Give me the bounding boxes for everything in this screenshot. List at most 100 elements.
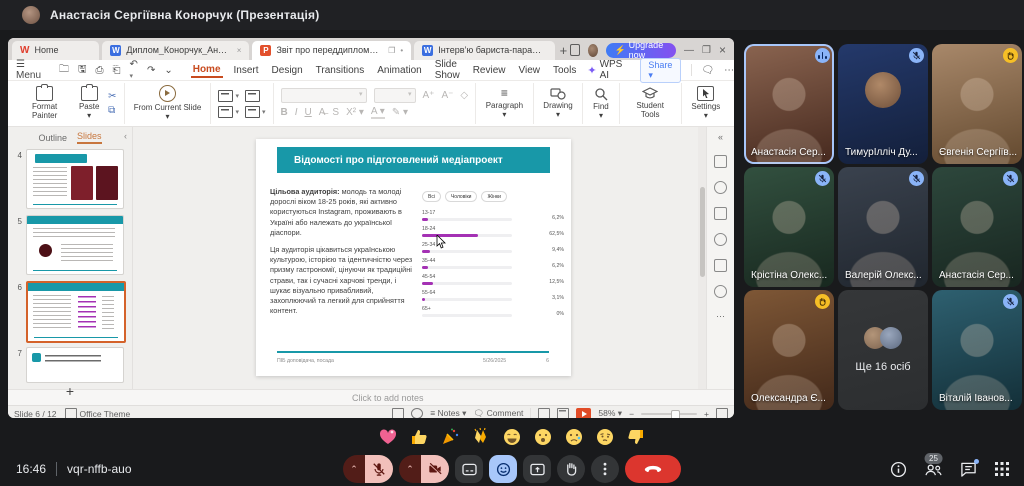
status-icon-2[interactable] bbox=[411, 408, 423, 418]
share-button[interactable]: Share ▾ bbox=[640, 58, 680, 83]
drawing-button[interactable]: Drawing ▾ bbox=[541, 87, 576, 120]
new-tab-button[interactable]: + bbox=[560, 43, 568, 58]
participant-tile[interactable]: ТимурІлліч Ду... bbox=[838, 44, 928, 164]
participant-tile[interactable]: Євгенія Сергіїв... bbox=[932, 44, 1022, 164]
face-surprised-icon[interactable] bbox=[533, 427, 553, 447]
raise-hand-button[interactable] bbox=[557, 455, 585, 483]
ribbon-tab-view[interactable]: View bbox=[517, 64, 543, 77]
minimize-icon[interactable]: — bbox=[684, 45, 694, 56]
ribbon-tab-tools[interactable]: Tools bbox=[551, 64, 578, 77]
menu-button[interactable]: ☰ Menu bbox=[16, 59, 41, 81]
more-tools-icon[interactable]: ⋯ bbox=[724, 65, 734, 76]
leave-call-button[interactable] bbox=[625, 455, 681, 483]
ribbon-tab-design[interactable]: Design bbox=[270, 64, 305, 77]
status-icon-1[interactable] bbox=[392, 408, 404, 418]
info-button[interactable] bbox=[890, 461, 907, 478]
participant-tile[interactable]: Крістіна Олекс... bbox=[744, 167, 834, 287]
tab-document-2-active[interactable]: P Звіт про переддипломну пра ❐ • bbox=[252, 41, 411, 60]
slideshow-play-button[interactable] bbox=[576, 408, 591, 419]
theme-indicator[interactable]: Office Theme bbox=[65, 408, 131, 418]
restore-icon[interactable]: ❐ bbox=[702, 45, 711, 56]
filter-men[interactable]: Чоловіки bbox=[445, 191, 478, 202]
tab-overview-icon[interactable] bbox=[570, 44, 580, 56]
participant-tile-self[interactable]: Анастасія Сер... bbox=[744, 44, 834, 164]
participant-tile[interactable]: Віталій Іванов... bbox=[932, 290, 1022, 410]
export-pdf-icon[interactable]: ⎙ bbox=[96, 65, 104, 76]
slide-thumbnail-7[interactable]: 7 bbox=[8, 347, 132, 383]
slide-thumbnail-5[interactable]: 5 bbox=[8, 215, 132, 275]
mic-off-button[interactable] bbox=[365, 455, 393, 483]
slide-body-text[interactable]: Цільова аудиторія: молодь та молоді доро… bbox=[270, 187, 418, 323]
people-button[interactable]: 25 bbox=[924, 462, 943, 477]
audience-age-chart[interactable]: Всі Чоловіки Жінки 13-176,2% 18-2462,5% … bbox=[422, 191, 564, 322]
slide-thumbnail-6-selected[interactable]: 6 bbox=[8, 281, 132, 343]
tab-document-1[interactable]: W Диплом_Конорчук_Анастасія_Бак × bbox=[102, 41, 249, 60]
tab-pin-icon[interactable]: ❐ bbox=[388, 46, 395, 55]
zoom-level[interactable]: 58% ▾ bbox=[598, 408, 622, 418]
camera-off-button[interactable] bbox=[421, 455, 449, 483]
filter-all[interactable]: Всі bbox=[422, 191, 441, 202]
redo-icon[interactable]: ↷ bbox=[147, 65, 155, 76]
normal-view-icon[interactable] bbox=[538, 408, 550, 418]
find-button[interactable]: Find ▾ bbox=[590, 87, 611, 121]
selection-pane-icon[interactable] bbox=[714, 207, 727, 220]
outline-tab[interactable]: Outline bbox=[38, 133, 67, 143]
ribbon-tab-transitions[interactable]: Transitions bbox=[314, 64, 367, 77]
more-panes-icon[interactable]: ⋯ bbox=[716, 311, 725, 322]
format-painter-button[interactable]: Format Painter bbox=[19, 86, 70, 121]
clapping-hands-icon[interactable] bbox=[471, 427, 491, 447]
participant-tile[interactable]: Анастасія Сер... bbox=[932, 167, 1022, 287]
camera-control[interactable]: ⌃ bbox=[399, 455, 449, 483]
chat-button[interactable] bbox=[960, 461, 977, 477]
collapse-panel-icon[interactable]: ‹ bbox=[124, 131, 127, 141]
section-icon[interactable] bbox=[245, 106, 260, 118]
settings-button[interactable]: Settings ▾ bbox=[689, 86, 723, 121]
zoom-in-button[interactable]: + bbox=[704, 409, 709, 419]
save-icon[interactable]: 🖫 bbox=[78, 62, 87, 79]
chevron-down-icon[interactable]: ⌄ bbox=[164, 65, 172, 76]
activities-button[interactable] bbox=[994, 461, 1010, 477]
account-avatar[interactable] bbox=[588, 44, 598, 57]
student-tools-button[interactable]: Student Tools bbox=[627, 87, 674, 120]
slide-title[interactable]: Відомості про підготовлений медіапроект bbox=[277, 147, 550, 173]
add-slide-button[interactable]: + bbox=[8, 383, 132, 399]
mic-control[interactable]: ⌃ bbox=[343, 455, 393, 483]
thumbs-down-icon[interactable] bbox=[626, 427, 646, 447]
open-file-icon[interactable]: 🗀 bbox=[59, 62, 69, 79]
more-participants[interactable]: Ще 16 осіб bbox=[838, 290, 928, 410]
upgrade-button[interactable]: ⚡Upgrade now bbox=[606, 43, 676, 58]
comments-pane-icon[interactable] bbox=[714, 233, 727, 246]
canvas-scrollbar[interactable] bbox=[698, 127, 706, 389]
face-sad-icon[interactable] bbox=[564, 427, 584, 447]
new-slide-icon[interactable] bbox=[218, 90, 233, 102]
slide-sorter-icon[interactable] bbox=[557, 408, 569, 418]
undo-icon[interactable]: ↶ ▾ bbox=[130, 59, 138, 81]
ribbon-tab-insert[interactable]: Insert bbox=[232, 64, 261, 77]
slide-6[interactable]: Відомості про підготовлений медіапроект … bbox=[256, 139, 571, 376]
overflow-tile[interactable]: Ще 16 осіб Ще 16 осіб bbox=[838, 290, 928, 410]
reactions-button[interactable] bbox=[489, 455, 517, 483]
properties-pane-icon[interactable] bbox=[714, 155, 727, 168]
ribbon-tab-home[interactable]: Home bbox=[191, 63, 223, 78]
zoom-slider[interactable] bbox=[641, 413, 697, 415]
party-popper-icon[interactable] bbox=[440, 427, 460, 447]
comment-bubble-icon[interactable]: 🗨 bbox=[701, 65, 714, 76]
navigation-pane-icon[interactable] bbox=[714, 259, 727, 272]
paste-button[interactable]: Paste ▾ bbox=[76, 86, 102, 121]
notes-toggle[interactable]: ≡ Notes ▾ bbox=[430, 408, 466, 418]
slide-layout-icon[interactable] bbox=[218, 106, 233, 118]
present-button[interactable] bbox=[523, 455, 551, 483]
tab-home[interactable]: W Home bbox=[12, 41, 99, 60]
comment-toggle[interactable]: 🗨 Comment bbox=[473, 408, 523, 418]
close-icon[interactable]: × bbox=[719, 43, 726, 57]
slides-tab[interactable]: Slides bbox=[77, 131, 102, 144]
paragraph-button[interactable]: ≡ Paragraph ▾ bbox=[483, 87, 526, 120]
zoom-out-button[interactable]: − bbox=[629, 409, 634, 419]
help-pane-icon[interactable] bbox=[714, 285, 727, 298]
more-options-button[interactable] bbox=[591, 455, 619, 483]
animation-pane-icon[interactable] bbox=[714, 181, 727, 194]
slide-thumbnail-4[interactable]: 4 bbox=[8, 149, 132, 209]
scroll-top-icon[interactable]: « bbox=[718, 132, 723, 142]
fit-slide-icon[interactable] bbox=[716, 408, 728, 418]
participant-tile[interactable]: Валерій Олекс... bbox=[838, 167, 928, 287]
